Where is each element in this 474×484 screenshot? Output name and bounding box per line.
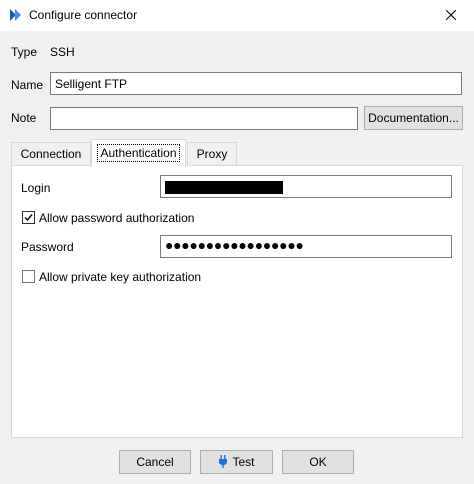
tab-authentication[interactable]: Authentication bbox=[91, 139, 186, 167]
tab-proxy-label: Proxy bbox=[196, 147, 228, 161]
documentation-button[interactable]: Documentation... bbox=[364, 106, 463, 130]
checkmark-icon bbox=[24, 214, 33, 222]
type-value: SSH bbox=[50, 45, 75, 59]
test-button[interactable]: Test bbox=[200, 450, 273, 474]
tab-connection-label: Connection bbox=[20, 147, 82, 161]
cancel-button[interactable]: Cancel bbox=[119, 450, 191, 474]
note-label: Note bbox=[11, 111, 37, 125]
allow-password-checkbox[interactable] bbox=[22, 211, 35, 224]
note-input[interactable] bbox=[50, 107, 358, 130]
tab-proxy[interactable]: Proxy bbox=[187, 142, 237, 166]
login-input[interactable] bbox=[160, 175, 452, 198]
ok-button[interactable]: OK bbox=[282, 450, 354, 474]
password-mask: ●●●●●●●●●●●●●●●●● bbox=[165, 237, 304, 253]
test-button-label: Test bbox=[232, 455, 255, 469]
allow-password-label: Allow password authorization bbox=[39, 211, 195, 225]
name-input[interactable] bbox=[50, 72, 462, 95]
title-bar: Configure connector bbox=[0, 0, 474, 31]
type-label: Type bbox=[11, 45, 38, 59]
password-input[interactable]: ●●●●●●●●●●●●●●●●● bbox=[160, 235, 452, 258]
allow-private-key-checkbox[interactable] bbox=[22, 270, 35, 283]
close-icon bbox=[446, 10, 456, 20]
close-button[interactable] bbox=[428, 0, 474, 31]
window-title: Configure connector bbox=[29, 8, 138, 22]
login-label: Login bbox=[21, 181, 51, 195]
password-label: Password bbox=[21, 240, 74, 254]
tab-authentication-label: Authentication bbox=[97, 144, 180, 162]
allow-private-key-label: Allow private key authorization bbox=[39, 270, 202, 284]
app-icon bbox=[10, 9, 21, 21]
authentication-panel: Login Allow password authorization Passw… bbox=[11, 165, 463, 438]
tab-connection[interactable]: Connection bbox=[11, 142, 91, 166]
plug-icon bbox=[219, 455, 228, 468]
redacted-login bbox=[165, 181, 283, 194]
name-label: Name bbox=[11, 78, 44, 92]
